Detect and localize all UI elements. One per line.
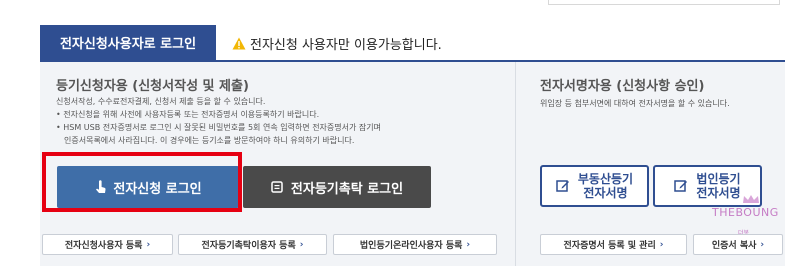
applicant-section-title: 등기신청자용 (신청서작성 및 제출)	[56, 79, 249, 94]
link-label: 인증서 복사	[711, 241, 757, 251]
desc-line: 신청서작성, 수수료전자결제, 신청서 제출 등을 할 수 있습니다.	[56, 97, 266, 106]
corp-online-register-link[interactable]: 법인등기온라인사용자 등록 ›	[333, 234, 497, 255]
link-label: 전자등기촉탁이용자 등록	[201, 241, 296, 251]
top-input-fragment[interactable]	[548, 0, 780, 5]
notice-text: 전자신청 사용자만 이용가능합니다.	[250, 38, 442, 53]
chevron-right-icon: ›	[760, 239, 765, 250]
signer-section-title: 전자서명자용 (신청사항 승인)	[540, 79, 705, 94]
chevron-right-icon: ›	[299, 239, 304, 250]
chevron-right-icon: ›	[466, 239, 471, 250]
chevron-right-icon: ›	[659, 239, 664, 250]
link-label: 법인등기온라인사용자 등록	[359, 241, 463, 251]
tab-label: 전자신청사용자로 로그인	[59, 37, 197, 52]
login-notice: 전자신청 사용자만 이용가능합니다.	[232, 34, 442, 53]
chevron-right-icon: ›	[146, 239, 151, 250]
applicant-section-description: 신청서작성, 수수료전자결제, 신청서 제출 등을 할 수 있습니다. 전자신청…	[56, 95, 506, 147]
watermark-logo: THEBOUNG	[712, 206, 779, 219]
highlight-box	[42, 152, 242, 212]
e-trust-login-button[interactable]: 전자등기촉탁 로그인	[243, 166, 431, 208]
warning-icon	[232, 37, 246, 50]
tab-e-application-login[interactable]: 전자신청사용자로 로그인	[40, 25, 216, 60]
realestate-e-sign-button[interactable]: 부동산등기 전자서명	[540, 165, 649, 207]
edit-icon	[556, 180, 569, 192]
button-label: 법인등기 전자서명	[696, 172, 741, 200]
edit-icon	[674, 180, 688, 192]
desc-line: 인증서목록에서 사라집니다. 이 경우에는 등기소를 방문하여야 하니 유의하기…	[64, 136, 355, 145]
button-label: 부동산등기 전자서명	[577, 172, 634, 200]
trust-user-register-link[interactable]: 전자등기촉탁이용자 등록 ›	[178, 234, 327, 255]
crown-icon	[743, 195, 759, 203]
panel-divider	[515, 62, 516, 266]
signer-section-description: 위임장 등 첨부서면에 대하여 전자서명을 할 수 있습니다.	[540, 99, 730, 108]
desc-line: 전자신청을 위해 사전에 사용자등록 또는 전자증명서 이용등록하기 바랍니다.	[56, 108, 506, 121]
cert-copy-link[interactable]: 인증서 복사 ›	[693, 234, 783, 255]
link-label: 전자신청사용자 등록	[64, 241, 143, 251]
document-icon	[271, 181, 283, 193]
user-register-link[interactable]: 전자신청사용자 등록 ›	[42, 234, 173, 255]
link-label: 전자증명서 등록 및 관리	[563, 241, 656, 251]
desc-line: HSM USB 전자증명서로 로그인 시 잘못된 비밀번호를 5회 연속 입력하…	[56, 121, 506, 134]
cert-manage-link[interactable]: 전자증명서 등록 및 관리 ›	[540, 234, 687, 255]
button-label: 전자등기촉탁 로그인	[290, 181, 404, 197]
